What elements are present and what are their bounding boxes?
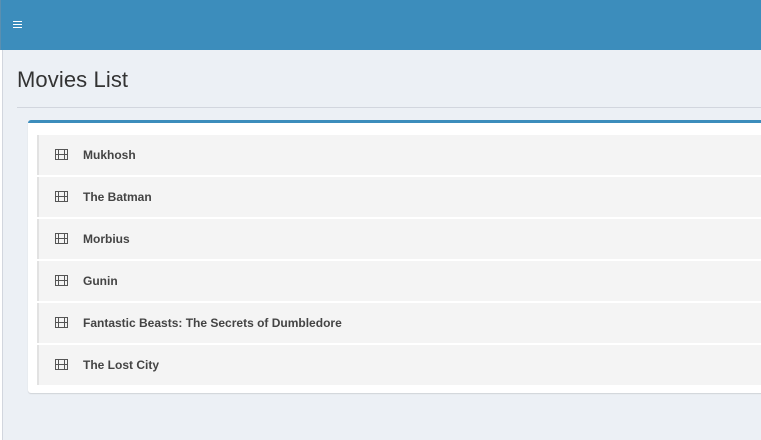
movie-list-item[interactable]: Mukhosh <box>37 135 761 175</box>
movie-title: The Batman <box>83 190 152 204</box>
sidebar-toggle-button[interactable] <box>9 14 25 34</box>
movie-title: Gunin <box>83 274 118 288</box>
movie-title: Mukhosh <box>83 148 136 162</box>
movie-list: Mukhosh The Batman Morbius Gunin Fantast… <box>37 135 761 387</box>
movie-list-item[interactable]: The Lost City <box>37 345 761 385</box>
film-icon <box>55 275 68 286</box>
movie-title: The Lost City <box>83 358 160 372</box>
movie-title: Morbius <box>83 232 130 246</box>
film-icon <box>55 233 68 244</box>
page-title: Movies List <box>17 67 129 92</box>
top-navbar <box>0 0 761 50</box>
film-icon <box>55 191 68 202</box>
film-icon <box>55 149 68 160</box>
movie-list-item[interactable]: The Batman <box>37 177 761 217</box>
film-icon <box>55 359 68 370</box>
movie-list-item[interactable]: Gunin <box>37 261 761 301</box>
movie-title: Fantastic Beasts: The Secrets of Dumbled… <box>83 316 342 330</box>
movie-list-item[interactable]: Morbius <box>37 219 761 259</box>
content-wrapper: Movies List Mukhosh The Batman Morbius G… <box>2 50 761 440</box>
hamburger-menu-icon <box>12 20 22 29</box>
movies-box: Mukhosh The Batman Morbius Gunin Fantast… <box>28 120 761 393</box>
film-icon <box>55 317 68 328</box>
header-divider <box>17 107 761 108</box>
movie-list-item[interactable]: Fantastic Beasts: The Secrets of Dumbled… <box>37 303 761 343</box>
